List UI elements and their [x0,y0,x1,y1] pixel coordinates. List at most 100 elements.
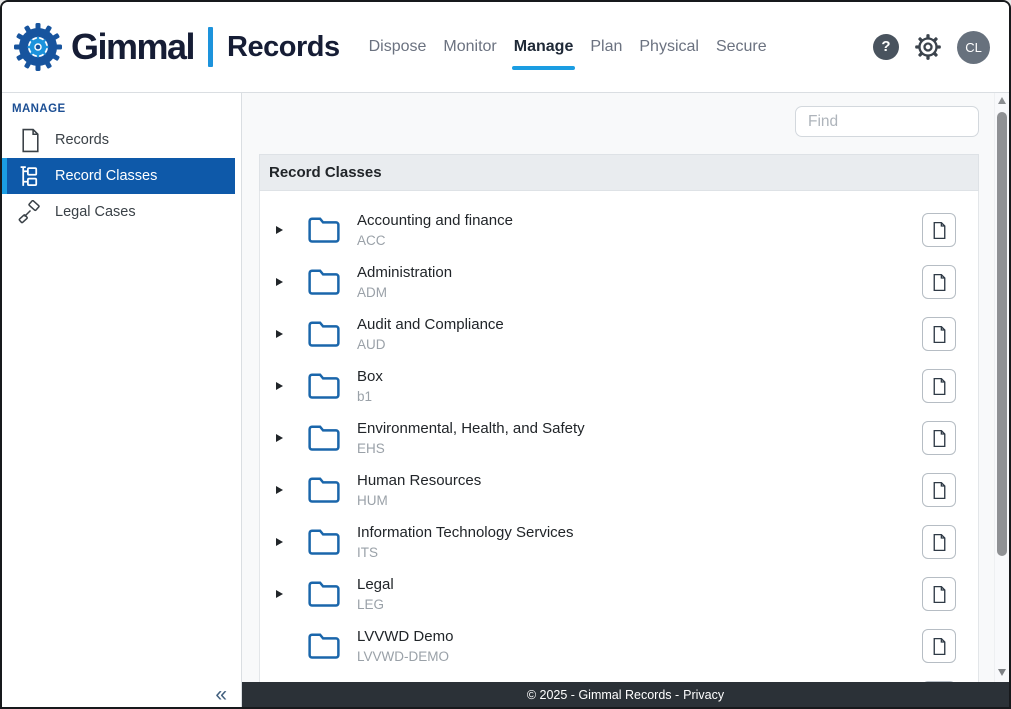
record-class-code: EHS [357,439,922,458]
record-class-row: Audit and Compliance AUD [260,308,978,360]
privacy-link[interactable]: Privacy [683,688,724,702]
find-input[interactable] [795,106,979,137]
record-class-code: ITS [357,543,922,562]
record-class-name[interactable]: Legal [357,574,922,595]
expand-arrow-icon[interactable] [276,434,286,442]
main-content: Record Classes Accounting an [242,93,1009,707]
record-class-row: Administration ADM [260,256,978,308]
record-details-button[interactable] [922,213,956,247]
record-class-code: LVVWD-DEMO [357,647,922,666]
folder-icon [307,423,341,453]
record-class-text: Human Resources HUM [357,470,922,510]
record-class-text: Box b1 [357,366,922,406]
record-details-button[interactable] [922,265,956,299]
record-class-row: Environmental, Health, and Safety EHS [260,412,978,464]
record-class-name[interactable]: Accounting and finance [357,210,922,231]
brand-name: Gimmal [71,26,194,68]
sidebar-item-record-classes[interactable]: Record Classes [2,158,235,194]
footer: © 2025 - Gimmal Records - Privacy [242,682,1009,707]
record-class-code: ACC [357,231,922,250]
record-class-name[interactable]: LVVWD Demo [357,626,922,647]
sidebar-collapse-icon[interactable]: « [215,683,227,707]
record-class-code: AUD [357,335,922,354]
gavel-icon [17,199,43,225]
sidebar-item-label: Legal Cases [55,204,136,220]
expand-arrow-icon[interactable] [276,278,286,286]
record-classes-panel: Record Classes Accounting an [259,154,979,707]
record-details-button[interactable] [922,473,956,507]
user-avatar[interactable]: CL [957,31,990,64]
help-icon[interactable]: ? [873,34,899,60]
vertical-scrollbar[interactable] [994,93,1009,682]
gimmal-gear-logo-icon [14,23,62,71]
nav-item[interactable]: Manage [514,38,574,56]
footer-copyright: © 2025 - Gimmal Records - [527,688,679,702]
folder-icon [307,579,341,609]
scrollbar-thumb[interactable] [997,112,1007,556]
record-class-name[interactable]: Information Technology Services [357,522,922,543]
header-actions: ? CL [873,31,1009,64]
record-class-row: Legal LEG [260,568,978,620]
nav-item[interactable]: Dispose [369,38,427,56]
record-details-button[interactable] [922,629,956,663]
app-window: Gimmal Records Dispose Monitor Manage Pl… [0,0,1011,709]
folder-icon [307,631,341,661]
tree-icon [17,163,43,189]
app-header: Gimmal Records Dispose Monitor Manage Pl… [2,2,1009,93]
scroll-down-icon[interactable] [998,669,1006,676]
expand-arrow-icon[interactable] [276,382,286,390]
record-class-text: Accounting and finance ACC [357,210,922,250]
record-details-button[interactable] [922,525,956,559]
nav-item[interactable]: Physical [639,38,699,56]
scroll-up-icon[interactable] [998,97,1006,104]
folder-icon [307,527,341,557]
record-details-button[interactable] [922,317,956,351]
record-class-row: Box b1 [260,360,978,412]
folder-icon [307,319,341,349]
record-class-code: ADM [357,283,922,302]
expand-arrow-icon[interactable] [276,538,286,546]
sidebar-section-label: MANAGE [12,103,241,115]
sidebar-item-label: Records [55,132,109,148]
expand-arrow-icon[interactable] [276,590,286,598]
record-class-name[interactable]: Audit and Compliance [357,314,922,335]
record-class-list: Accounting and finance ACC [259,191,979,707]
brand-product: Records [227,31,340,64]
nav-item[interactable]: Plan [590,38,622,56]
nav-item[interactable]: Secure [716,38,767,56]
folder-icon [307,371,341,401]
settings-gear-icon[interactable] [914,33,942,61]
sidebar: MANAGE Records [2,93,242,707]
brand-divider [208,27,213,67]
record-class-name[interactable]: Environmental, Health, and Safety [357,418,922,439]
record-class-text: LVVWD Demo LVVWD-DEMO [357,626,922,666]
expand-arrow-icon[interactable] [276,330,286,338]
record-details-button[interactable] [922,369,956,403]
expand-arrow-icon[interactable] [276,486,286,494]
top-nav: Dispose Monitor Manage Plan Physical Sec… [369,38,767,56]
expand-arrow-icon[interactable] [276,226,286,234]
record-class-code: HUM [357,491,922,510]
record-class-text: Audit and Compliance AUD [357,314,922,354]
sidebar-item-records[interactable]: Records [2,122,235,158]
record-details-button[interactable] [922,577,956,611]
record-class-name[interactable]: Box [357,366,922,387]
record-class-name[interactable]: Administration [357,262,922,283]
record-class-code: b1 [357,387,922,406]
record-class-name[interactable]: Human Resources [357,470,922,491]
record-class-row: Accounting and finance ACC [260,204,978,256]
record-details-button[interactable] [922,421,956,455]
record-class-row: LVVWD Demo LVVWD-DEMO [260,620,978,672]
folder-icon [307,267,341,297]
record-class-row: Information Technology Services ITS [260,516,978,568]
sidebar-item-legal-cases[interactable]: Legal Cases [2,194,235,230]
record-class-code: LEG [357,595,922,614]
record-class-text: Information Technology Services ITS [357,522,922,562]
nav-item[interactable]: Monitor [443,38,496,56]
panel-title: Record Classes [259,154,979,191]
record-class-text: Legal LEG [357,574,922,614]
record-class-text: Environmental, Health, and Safety EHS [357,418,922,458]
folder-icon [307,215,341,245]
folder-icon [307,475,341,505]
record-class-row: Human Resources HUM [260,464,978,516]
